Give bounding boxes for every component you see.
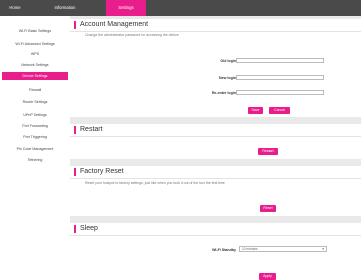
sidebar-item-firewall[interactable]: Firewall — [2, 86, 68, 94]
old-login-label: Old login — [220, 59, 236, 63]
tab-settings[interactable]: Settings — [106, 0, 146, 16]
sidebar-item-router[interactable]: Router Settings — [2, 98, 68, 106]
reset-button[interactable]: Reset — [260, 205, 276, 212]
wifi-standby-value: 10 minutes — [242, 247, 258, 251]
factory-reset-title: Factory Reset — [80, 168, 124, 175]
restart-title: Restart — [80, 126, 103, 133]
account-management-description: Change the administrator password for ac… — [85, 33, 179, 37]
sidebar-item-port-triggering[interactable]: Port Triggering — [2, 133, 68, 141]
sleep-section: Sleep Wi-Fi Standby 10 minutes ▾ Apply — [70, 223, 361, 280]
wifi-standby-select[interactable]: 10 minutes ▾ — [239, 246, 327, 252]
restart-section: Restart Restart — [70, 124, 361, 159]
main-content: Account Management Change the administra… — [70, 16, 361, 280]
factory-reset-section: Factory Reset Reset your hotspot to fact… — [70, 166, 361, 216]
sidebar-item-pin-code[interactable]: Pin Code Management — [2, 145, 68, 153]
new-login-input[interactable] — [236, 75, 324, 80]
factory-reset-description: Reset your hotspot to factory settings, … — [85, 181, 225, 185]
sidebar-item-network[interactable]: Network Settings — [2, 61, 68, 69]
top-nav: Home Information SMS Settings — [0, 0, 361, 16]
sidebar-item-tethering[interactable]: Tethering — [2, 156, 68, 164]
account-management-section: Account Management Change the administra… — [70, 19, 361, 117]
save-button[interactable]: Save — [248, 107, 263, 114]
sidebar-item-device[interactable]: Device Settings — [2, 72, 68, 80]
sleep-title: Sleep — [80, 225, 98, 232]
section-accent-bar — [74, 21, 76, 29]
sidebar-item-wps[interactable]: WPS — [2, 50, 68, 58]
section-accent-bar — [74, 168, 76, 176]
account-management-title: Account Management — [80, 21, 149, 28]
cancel-button[interactable]: Cancel — [269, 107, 290, 114]
sidebar-item-port-forwarding[interactable]: Port Forwarding — [2, 122, 68, 130]
sidebar-item-upnp[interactable]: UPnP Settings — [2, 111, 68, 119]
sleep-header: Sleep — [70, 223, 361, 236]
sidebar: Wi-Fi Basic Settings Wi-Fi Advanced Sett… — [0, 16, 70, 280]
restart-header: Restart — [70, 124, 361, 137]
restart-button[interactable]: Restart — [258, 148, 278, 155]
tab-information[interactable]: Information — [46, 0, 84, 16]
chevron-down-icon: ▾ — [322, 247, 324, 251]
old-login-input[interactable] — [236, 58, 324, 63]
tab-home[interactable]: Home — [0, 0, 30, 16]
wifi-standby-label: Wi-Fi Standby — [212, 248, 236, 252]
section-accent-bar — [74, 126, 76, 134]
factory-reset-header: Factory Reset — [70, 166, 361, 179]
new-login-label: New login — [219, 76, 236, 80]
account-management-header: Account Management — [70, 19, 361, 32]
reenter-login-label: Re-enter login — [211, 91, 236, 95]
apply-button[interactable]: Apply — [259, 273, 276, 280]
sidebar-item-wifi-advanced[interactable]: Wi-Fi Advanced Settings — [2, 40, 68, 48]
reenter-login-input[interactable] — [236, 90, 324, 95]
sidebar-item-wifi-basic[interactable]: Wi-Fi Basic Settings — [2, 27, 68, 35]
section-accent-bar — [74, 225, 76, 233]
